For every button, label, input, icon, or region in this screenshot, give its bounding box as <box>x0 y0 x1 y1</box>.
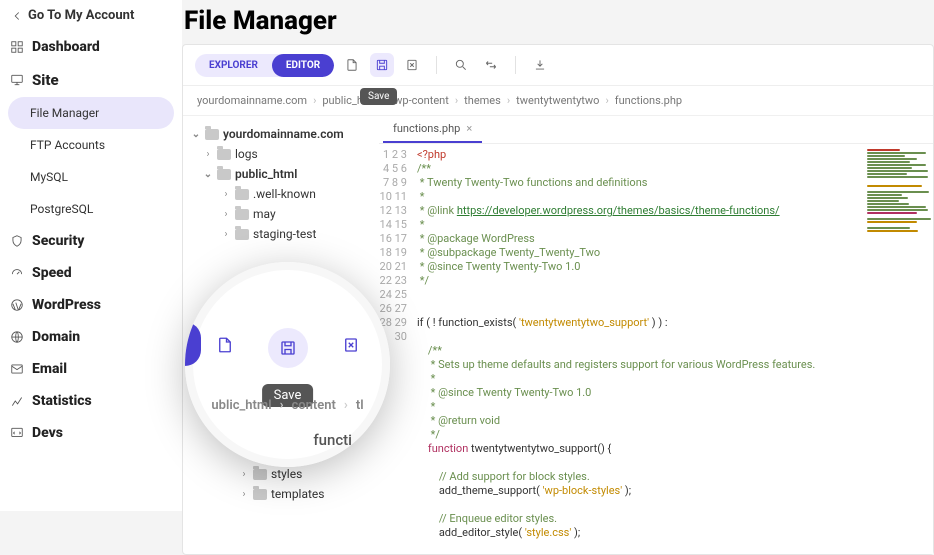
sidebar-item-file-manager[interactable]: File Manager <box>8 97 174 129</box>
folder-icon <box>235 209 249 220</box>
sidebar: Go To My Account Dashboard Site File Man… <box>0 0 182 511</box>
back-label: Go To My Account <box>28 8 134 23</box>
separator <box>515 56 516 74</box>
mode-switch: EXPLORER EDITOR <box>195 54 334 77</box>
separator <box>436 56 437 74</box>
tree-node[interactable]: ›.well-known <box>189 184 373 204</box>
speed-icon <box>10 266 24 280</box>
breadcrumb-part[interactable]: twentytwentytwo <box>516 94 599 107</box>
editor-tab[interactable]: functions.php × <box>383 116 482 143</box>
sidebar-speed[interactable]: Speed <box>8 257 174 289</box>
save-button-zoom[interactable] <box>268 328 308 368</box>
code-content[interactable]: <?php /** * Twenty Twenty-Two functions … <box>413 144 863 554</box>
close-icon[interactable]: × <box>466 122 472 135</box>
sidebar-wordpress[interactable]: WordPress <box>8 289 174 321</box>
mode-editor[interactable]: EDITOR <box>272 54 334 77</box>
sidebar-item-postgresql[interactable]: PostgreSQL <box>8 193 174 225</box>
security-icon <box>10 234 24 248</box>
devs-icon <box>10 426 24 440</box>
breadcrumb-part[interactable]: yourdomainname.com <box>197 94 307 107</box>
tree-node[interactable]: ›logs <box>189 144 373 164</box>
editor-toolbar: EXPLORER EDITOR <box>183 45 933 86</box>
sidebar-statistics[interactable]: Statistics <box>8 385 174 417</box>
new-file-button[interactable] <box>340 53 364 77</box>
breadcrumb-part[interactable]: functions.php <box>615 94 682 107</box>
breadcrumb-part[interactable]: wp-content <box>394 94 449 107</box>
back-link[interactable]: Go To My Account <box>8 4 174 31</box>
domain-icon <box>10 330 24 344</box>
mode-explorer[interactable]: EXPLORER <box>195 54 272 77</box>
sidebar-devs[interactable]: Devs <box>8 417 174 449</box>
grid-icon <box>10 40 24 54</box>
replace-button[interactable] <box>479 53 503 77</box>
zoom-tab-fragment: functi <box>313 431 352 449</box>
arrow-left-icon <box>10 9 24 23</box>
tree-node[interactable]: ›staging-test <box>189 224 373 244</box>
email-icon <box>10 362 24 376</box>
save-button[interactable] <box>370 53 394 77</box>
discard-button-zoom[interactable] <box>334 328 368 362</box>
minimap[interactable] <box>863 144 933 554</box>
breadcrumb: yourdomainname.com›public_html›wp-conten… <box>183 86 933 116</box>
zoom-lens: Save ublic_html› content› tl functi <box>185 262 390 467</box>
tree-node[interactable]: ›templates <box>189 484 373 504</box>
folder-icon <box>205 129 219 140</box>
tree-node[interactable]: ›may <box>189 204 373 224</box>
editor-tabs: functions.php × <box>379 116 933 144</box>
folder-icon <box>253 489 267 500</box>
new-file-button-zoom[interactable] <box>208 328 242 362</box>
tree-node[interactable]: ⌄public_html <box>189 164 373 184</box>
save-tooltip: Save <box>360 88 397 105</box>
folder-icon <box>235 189 249 200</box>
tree-node[interactable]: ›styles <box>189 464 373 484</box>
sidebar-email[interactable]: Email <box>8 353 174 385</box>
sidebar-item-ftp-accounts[interactable]: FTP Accounts <box>8 129 174 161</box>
zoom-breadcrumb: ublic_html› content› tl <box>205 398 370 413</box>
folder-icon <box>235 229 249 240</box>
sidebar-item-mysql[interactable]: MySQL <box>8 161 174 193</box>
sidebar-security[interactable]: Security <box>8 225 174 257</box>
folder-icon <box>253 469 267 480</box>
wordpress-icon <box>10 298 24 312</box>
discard-button[interactable] <box>400 53 424 77</box>
monitor-icon <box>10 73 24 87</box>
code-editor: functions.php × 1 2 3 4 5 6 7 8 9 10 11 … <box>379 116 933 554</box>
download-button[interactable] <box>528 53 552 77</box>
statistics-icon <box>10 394 24 408</box>
folder-icon <box>217 169 231 180</box>
sidebar-site[interactable]: Site <box>8 63 174 97</box>
sidebar-domain[interactable]: Domain <box>8 321 174 353</box>
folder-icon <box>217 149 231 160</box>
search-button[interactable] <box>449 53 473 77</box>
sidebar-dashboard[interactable]: Dashboard <box>8 31 174 63</box>
page-title: File Manager <box>182 0 934 44</box>
tree-root[interactable]: ⌄yourdomainname.com <box>189 124 373 144</box>
breadcrumb-part[interactable]: themes <box>464 94 501 107</box>
